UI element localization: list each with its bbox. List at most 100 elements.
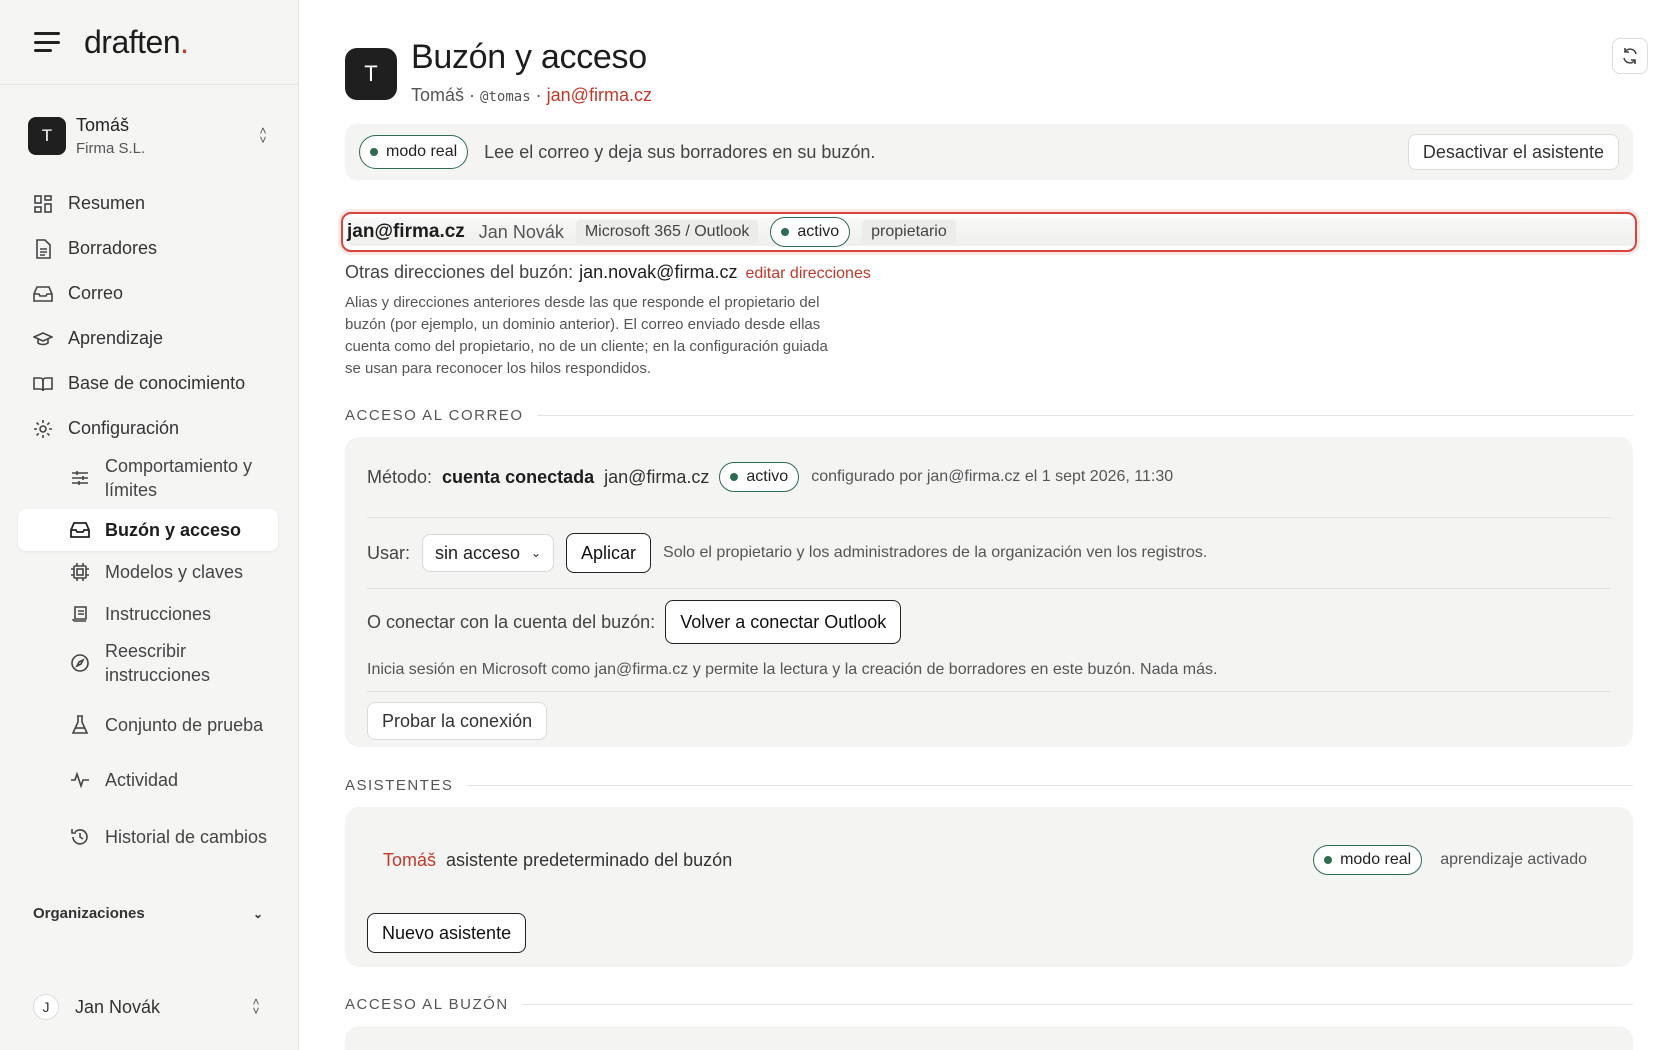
sub-item-historial[interactable]: Historial de cambios: [0, 809, 298, 865]
chevron-down-icon: ⌄: [252, 906, 263, 921]
learning-status: aprendizaje activado: [1440, 851, 1587, 868]
account-name: Tomáš: [76, 115, 130, 135]
sub-item-comportamiento[interactable]: Comportamiento y límites: [0, 451, 298, 505]
nav-label: Aprendizaje: [68, 328, 164, 348]
chip-icon: [69, 561, 91, 583]
access-select[interactable]: sin acceso ⌄: [422, 534, 555, 572]
method-status-badge: activo: [719, 462, 800, 492]
method-label: Método:: [367, 466, 433, 487]
assistant-mode-badge: modo real: [1313, 845, 1423, 875]
sub-item-modelos[interactable]: Modelos y claves: [0, 551, 298, 593]
mode-label: modo real: [1340, 851, 1412, 868]
method-email: jan@firma.cz: [604, 466, 710, 487]
status-dot: [1324, 856, 1333, 864]
document-icon: [32, 238, 54, 260]
logo[interactable]: draften.: [84, 24, 189, 61]
sliders-icon: [69, 467, 91, 489]
apply-button[interactable]: Aplicar: [566, 533, 652, 573]
new-assistant-button[interactable]: Nuevo asistente: [367, 913, 527, 953]
section-title: ASISTENTES: [345, 777, 454, 794]
separator: ·: [469, 85, 476, 105]
chevron-down-icon: ⌄: [530, 546, 542, 560]
nav-item-base-de-conocimiento[interactable]: Base de conocimiento: [0, 361, 298, 406]
sub-item-reescribir[interactable]: Reescribir instrucciones: [0, 635, 298, 691]
reconnect-outlook-button[interactable]: Volver a conectar Outlook: [665, 600, 902, 644]
nav-item-configuracion[interactable]: Configuración: [0, 406, 298, 451]
main-nav: Resumen Borradores Correo Aprendizaje Ba…: [0, 181, 298, 865]
nav-item-aprendizaje[interactable]: Aprendizaje: [0, 316, 298, 361]
user-avatar: J: [33, 994, 59, 1020]
mode-description: Lee el correo y deja sus borradores en s…: [484, 141, 876, 162]
connect-label: O conectar con la cuenta del buzón:: [367, 611, 656, 632]
mode-banner: modo real Lee el correo y deja sus borra…: [345, 124, 1633, 180]
owner-email[interactable]: jan@firma.cz: [547, 85, 652, 105]
other-addresses-value: jan.novak@firma.cz: [579, 262, 738, 282]
organizations-toggle[interactable]: Organizaciones ⌄: [33, 905, 263, 922]
account-switcher[interactable]: T Tomáš Firma S.L. ˄ ˅: [18, 105, 280, 167]
select-value: sin acceso: [435, 542, 521, 563]
configured-info: configurado por jan@firma.cz el 1 sept 2…: [811, 468, 1174, 485]
chevron-up-down-icon: ˄ ˅: [259, 124, 267, 147]
sub-label: Buzón y acceso: [105, 520, 242, 540]
refresh-button[interactable]: [1612, 38, 1648, 74]
nav-item-resumen[interactable]: Resumen: [0, 181, 298, 226]
section-heading-assistants: ASISTENTES: [345, 777, 1633, 794]
nav-label: Borradores: [68, 238, 158, 258]
assistant-description: asistente predeterminado del buzón: [446, 849, 733, 870]
section-heading-mail-access: ACCESO AL CORREO: [345, 407, 1633, 424]
divider: [537, 415, 1633, 416]
history-icon: [69, 826, 91, 848]
mode-badge: modo real: [359, 135, 469, 169]
divider: [467, 785, 1633, 786]
page-subtitle: Tomáš · @tomas · jan@firma.cz: [411, 85, 652, 106]
nav-label: Configuración: [68, 418, 180, 438]
mailbox-status-badge: activo: [770, 217, 851, 247]
test-connection-button[interactable]: Probar la conexión: [367, 702, 548, 740]
page-header: T Buzón y acceso Tomáš · @tomas · jan@fi…: [345, 38, 652, 106]
nav-item-correo[interactable]: Correo: [0, 271, 298, 316]
sub-label: Conjunto de prueba: [105, 715, 264, 735]
sub-item-actividad[interactable]: Actividad: [0, 757, 298, 803]
assistant-avatar: T: [345, 48, 397, 100]
sub-label: Modelos y claves: [105, 562, 244, 582]
sub-item-instrucciones[interactable]: Instrucciones: [0, 593, 298, 635]
nav-item-borradores[interactable]: Borradores: [0, 226, 298, 271]
status-label: activo: [797, 223, 840, 240]
sub-item-conjunto-de-prueba[interactable]: Conjunto de prueba: [0, 697, 298, 753]
assistant-name[interactable]: Tomáš: [383, 850, 436, 871]
refresh-icon: [1623, 48, 1637, 64]
user-menu[interactable]: J Jan Novák ˄ ˅: [33, 994, 263, 1020]
sub-label: Historial de cambios: [105, 827, 268, 847]
mailbox-row[interactable]: jan@firma.cz Jan Novák Microsoft 365 / O…: [341, 212, 1637, 252]
edit-addresses-link[interactable]: editar direcciones: [745, 265, 870, 282]
sub-item-buzon-y-acceso[interactable]: Buzón y acceso: [18, 509, 278, 551]
section-title: ACCESO AL CORREO: [345, 407, 524, 424]
dashboard-icon: [32, 193, 54, 215]
page-title: Buzón y acceso: [411, 38, 647, 76]
status-dot: [730, 473, 739, 481]
activity-icon: [69, 769, 91, 791]
use-label: Usar:: [367, 542, 411, 563]
deactivate-assistant-button[interactable]: Desactivar el asistente: [1407, 134, 1619, 170]
owner-handle: @tomas: [480, 89, 531, 105]
mailbox-access-card: [345, 1026, 1633, 1050]
assistant-row[interactable]: Tomáš asistente predeterminado del buzón…: [345, 807, 1633, 913]
sub-label: Instrucciones: [105, 604, 212, 624]
section-heading-mailbox-access: ACCESO AL BUZÓN: [345, 996, 1633, 1013]
sub-label: Reescribir instrucciones: [105, 641, 211, 685]
account-org: Firma S.L.: [76, 140, 146, 157]
status-label: activo: [746, 468, 789, 485]
chevron-up-down-icon: ˄ ˅: [252, 995, 260, 1018]
mode-label: modo real: [386, 143, 458, 160]
main-content: T Buzón y acceso Tomáš · @tomas · jan@fi…: [299, 0, 1680, 1050]
gear-icon: [32, 418, 54, 440]
other-addresses: Otras direcciones del buzón: jan.novak@fi…: [345, 262, 871, 283]
connect-note: Inicia sesión en Microsoft como jan@firm…: [367, 661, 1218, 678]
nav-label: Resumen: [68, 193, 146, 213]
menu-icon[interactable]: [34, 32, 60, 52]
provider-tag: Microsoft 365 / Outlook: [575, 220, 759, 244]
brand-bar: draften.: [0, 0, 298, 85]
nav-label: Correo: [68, 283, 124, 303]
compass-icon: [69, 652, 91, 674]
graduation-icon: [32, 328, 54, 350]
